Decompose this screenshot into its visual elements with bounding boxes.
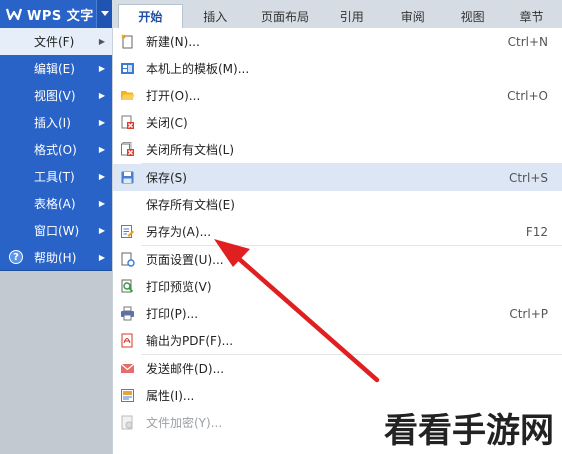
app-title: WPS 文字 [27,8,94,24]
tab-review[interactable]: 审阅 [381,4,444,28]
submenu-arrow-icon: ▶ [98,226,105,235]
document-background [0,271,112,454]
tab-view[interactable]: 视图 [444,4,501,28]
close-document-icon [120,115,135,130]
printer-icon [120,306,135,321]
title-bar: WPS 文字 开始 插入 页面布局 引用 审阅 视图 章节 [0,0,562,30]
submenu-arrow-icon: ▶ [98,91,105,100]
menu-item-send-mail[interactable]: 发送邮件(D)... [113,355,562,382]
menu-item-table[interactable]: 表格(A) ▶ [0,190,112,217]
tab-insert[interactable]: 插入 [183,4,248,28]
encrypt-icon [120,415,135,430]
watermark-logo: 看看手游网 [384,411,554,451]
menu-item-local-templates[interactable]: 本机上的模板(M)... [113,55,562,82]
save-icon [120,170,135,185]
menu-item-help[interactable]: ? 帮助(H) ▶ [0,244,112,271]
save-as-icon [120,224,135,239]
app-menu-button[interactable]: WPS 文字 [0,0,112,28]
app-menu-dropdown-icon[interactable] [96,0,112,28]
menu-item-close[interactable]: 关闭(C) [113,109,562,136]
template-icon [120,61,135,76]
menu-item-close-all[interactable]: 关闭所有文档(L) [113,136,562,163]
file-submenu: 新建(N)... Ctrl+N 本机上的模板(M)... 打开(O)... Ct… [112,28,562,454]
tab-page-layout[interactable]: 页面布局 [248,4,323,28]
close-all-documents-icon [120,142,135,157]
app-main-menu: 文件(F) ▶ 编辑(E) ▶ 视图(V) ▶ 插入(I) ▶ 格式(O) ▶ … [0,28,112,271]
menu-item-new[interactable]: 新建(N)... Ctrl+N [113,28,562,55]
wps-logo-icon [5,5,23,23]
menu-item-save[interactable]: 保存(S) Ctrl+S [113,164,562,191]
print-preview-icon [120,279,135,294]
menu-item-save-as[interactable]: 另存为(A)... F12 [113,218,562,245]
menu-item-window[interactable]: 窗口(W) ▶ [0,217,112,244]
open-folder-icon [120,88,135,103]
submenu-arrow-icon: ▶ [98,253,105,262]
menu-item-page-setup[interactable]: 页面设置(U)... [113,246,562,273]
menu-item-print-preview[interactable]: 打印预览(V) [113,273,562,300]
menu-item-export-pdf[interactable]: 输出为PDF(F)... [113,327,562,354]
submenu-arrow-icon: ▶ [98,64,105,73]
help-icon: ? [9,250,23,264]
menu-item-save-all[interactable]: 保存所有文档(E) [113,191,562,218]
page-setup-icon [120,252,135,267]
submenu-arrow-icon: ▶ [98,199,105,208]
ribbon-tabs: 开始 插入 页面布局 引用 审阅 视图 章节 [112,0,562,28]
pdf-icon [120,333,135,348]
properties-icon [120,388,135,403]
tab-references[interactable]: 引用 [322,4,381,28]
menu-item-view[interactable]: 视图(V) ▶ [0,82,112,109]
menu-item-tools[interactable]: 工具(T) ▶ [0,163,112,190]
submenu-arrow-icon: ▶ [98,118,105,127]
menu-item-edit[interactable]: 编辑(E) ▶ [0,55,112,82]
tab-chapter[interactable]: 章节 [501,4,562,28]
menu-item-format[interactable]: 格式(O) ▶ [0,136,112,163]
menu-item-file[interactable]: 文件(F) ▶ [0,28,112,55]
tab-home[interactable]: 开始 [118,4,183,28]
menu-item-open[interactable]: 打开(O)... Ctrl+O [113,82,562,109]
mail-icon [120,361,135,376]
new-document-icon [120,34,135,49]
submenu-arrow-icon: ▶ [98,37,105,46]
submenu-arrow-icon: ▶ [98,172,105,181]
menu-item-insert[interactable]: 插入(I) ▶ [0,109,112,136]
submenu-arrow-icon: ▶ [98,145,105,154]
menu-item-print[interactable]: 打印(P)... Ctrl+P [113,300,562,327]
